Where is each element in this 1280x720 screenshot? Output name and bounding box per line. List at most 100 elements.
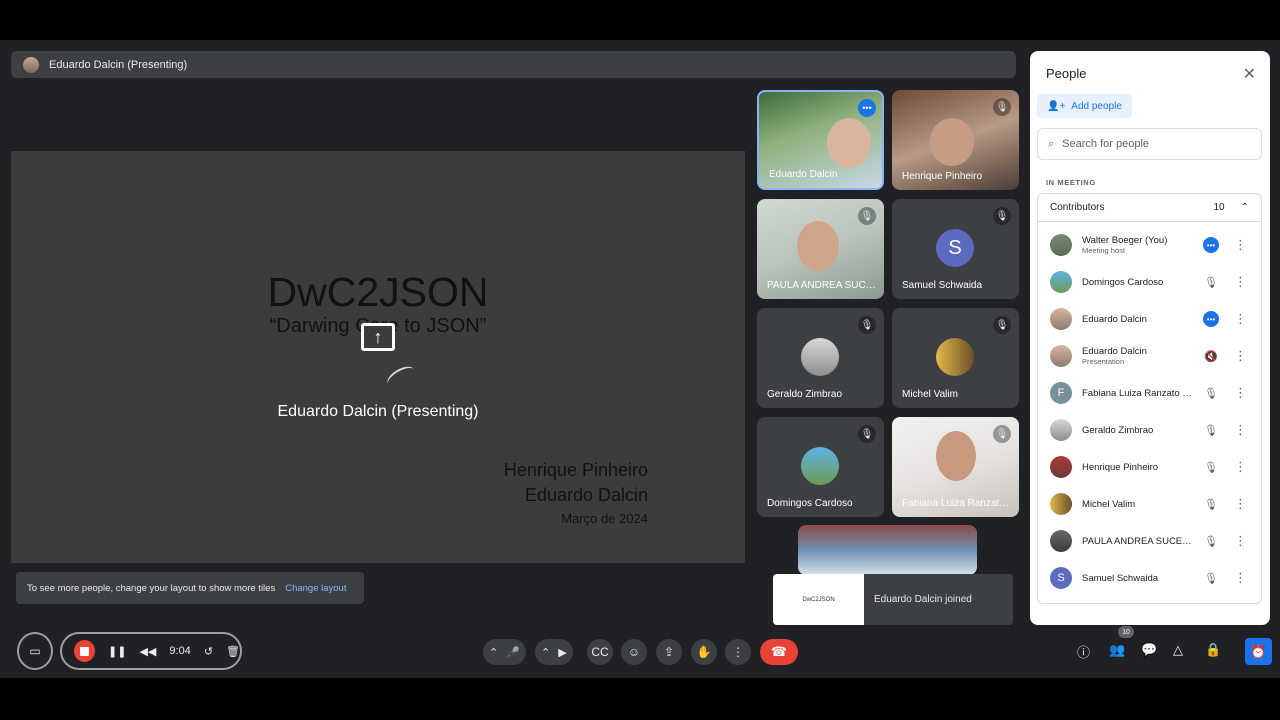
list-item[interactable]: Walter Boeger (You) Meeting host ••• ⋮ <box>1038 227 1261 263</box>
more-vert-icon[interactable]: ⋮ <box>1234 496 1247 512</box>
more-vert-icon[interactable]: ⋮ <box>1234 570 1247 586</box>
speaking-indicator-icon: ••• <box>1203 237 1219 253</box>
participant-tile[interactable]: 🎙 Henrique Pinheiro <box>892 90 1019 190</box>
mic-off-icon: 🎙 <box>858 207 876 225</box>
person-role: Presentation <box>1082 357 1125 366</box>
emoji-button[interactable]: ☺ <box>621 639 647 665</box>
list-item[interactable]: Michel Valim 🎙 ⋮ <box>1038 486 1261 522</box>
chevron-up-icon[interactable]: ⌃ <box>541 646 550 659</box>
captions-button[interactable]: CC <box>587 639 613 665</box>
participant-tile[interactable]: 🎙 Geraldo Zimbrao <box>757 308 884 408</box>
person-avatar <box>1050 530 1072 552</box>
pause-icon[interactable]: ❚❚ <box>108 645 126 658</box>
close-icon[interactable]: ✕ <box>1243 64 1256 84</box>
leave-call-button[interactable]: ☎ <box>760 639 798 665</box>
list-item[interactable]: Eduardo Dalcin ••• ⋮ <box>1038 301 1261 337</box>
participant-name: Fabiana Luiza Ranzato... <box>902 498 1012 509</box>
videocam-icon: ▶ <box>558 646 567 659</box>
participant-tile[interactable]: 🎙 Fabiana Luiza Ranzato... <box>892 417 1019 517</box>
list-item[interactable]: PAULA ANDREA SUCERQ... 🎙 ⋮ <box>1038 523 1261 559</box>
list-item[interactable]: Geraldo Zimbrao 🎙 ⋮ <box>1038 412 1261 448</box>
person-avatar <box>1050 456 1072 478</box>
host-controls-icon[interactable]: 🔒 <box>1205 642 1221 658</box>
people-search-input[interactable]: ⌕ Search for people <box>1037 128 1262 160</box>
list-item[interactable]: Domingos Cardoso 🎙 ⋮ <box>1038 264 1261 300</box>
participant-tile[interactable]: ••• Eduardo Dalcin <box>757 90 884 190</box>
more-options-icon[interactable]: ••• <box>858 99 876 117</box>
stop-recording-button[interactable] <box>74 640 96 662</box>
list-item[interactable]: Eduardo Dalcin Presentation 🔇 ⋮ <box>1038 338 1261 374</box>
list-item[interactable]: Henrique Pinheiro 🎙 ⋮ <box>1038 449 1261 485</box>
activities-icon[interactable]: △ <box>1173 642 1183 658</box>
add-people-label: Add people <box>1071 100 1122 112</box>
person-avatar <box>1050 419 1072 441</box>
notification-thumbnail: DwC2JSON <box>773 574 864 625</box>
people-icon[interactable]: 👥 <box>1109 642 1125 658</box>
volume-off-icon: 🔇 <box>1204 350 1218 363</box>
person-avatar: S <box>1050 567 1072 589</box>
participant-avatar <box>801 447 839 485</box>
chat-icon[interactable]: 💬 <box>1141 642 1157 658</box>
person-name: Domingos Cardoso <box>1082 276 1164 288</box>
meeting-stage: Eduardo Dalcin (Presenting) DwC2JSON “Da… <box>0 40 1280 678</box>
participant-tile[interactable]: 🎙 PAULA ANDREA SUCE... <box>757 199 884 299</box>
participant-count-badge: 10 <box>1118 626 1134 638</box>
microphone-button[interactable]: ⌃ 🎤 <box>483 639 526 665</box>
mic-off-icon: 🎙 <box>1204 387 1218 400</box>
participant-tile[interactable]: S 🎙 Samuel Schwaida <box>892 199 1019 299</box>
participant-tile[interactable]: 🎙 Domingos Cardoso <box>757 417 884 517</box>
mic-off-icon: 🎙 <box>1204 424 1218 437</box>
more-vert-icon[interactable]: ⋮ <box>1234 237 1247 253</box>
restart-icon[interactable]: ↺ <box>204 645 213 658</box>
slide-date: Março de 2024 <box>561 511 648 526</box>
present-button[interactable]: ⇪ <box>656 639 682 665</box>
camera-icon[interactable]: ▭ <box>17 632 53 670</box>
more-vert-icon[interactable]: ⋮ <box>1234 422 1247 438</box>
presenter-avatar <box>23 56 39 73</box>
raise-hand-button[interactable]: ✋ <box>691 639 717 665</box>
participant-video <box>936 431 976 481</box>
person-avatar <box>1050 234 1072 256</box>
more-vert-icon[interactable]: ⋮ <box>1234 533 1247 549</box>
presenting-bar: Eduardo Dalcin (Presenting) <box>11 51 1016 78</box>
speaking-indicator-icon: ••• <box>1203 311 1219 327</box>
person-role: Meeting host <box>1082 246 1125 255</box>
panel-title: People <box>1046 66 1087 81</box>
chevron-up-icon[interactable]: ⌃ <box>1241 202 1249 213</box>
contributors-header[interactable]: Contributors 10 ⌃ <box>1038 194 1261 222</box>
chevron-up-icon[interactable]: ⌃ <box>489 646 498 659</box>
person-name: Henrique Pinheiro <box>1082 461 1159 473</box>
meeting-toolbar: ▭ ❚❚ ◀◀ 9:04 ↺ 🗑 ⌃ 🎤 ⌃ ▶ CC ☺ ⇪ ✋ ⋮ ☎ ⓘ … <box>0 626 1280 678</box>
participant-name: Eduardo Dalcin <box>769 169 838 180</box>
person-name: Michel Valim <box>1082 498 1136 510</box>
contributors-group: Contributors 10 ⌃ Walter Boeger (You) Me… <box>1037 193 1262 604</box>
more-options-button[interactable]: ⋮ <box>725 639 751 665</box>
person-name: Samuel Schwaida <box>1082 572 1159 584</box>
slide-authors: Henrique Pinheiro Eduardo Dalcin Março d… <box>504 458 648 530</box>
mic-off-icon: 🎙 <box>993 98 1011 116</box>
more-vert-icon[interactable]: ⋮ <box>1234 311 1247 327</box>
camera-button[interactable]: ⌃ ▶ <box>535 639 573 665</box>
change-layout-link[interactable]: Change layout <box>285 583 346 594</box>
join-notification: DwC2JSON Eduardo Dalcin joined <box>773 574 1013 625</box>
info-icon[interactable]: ⓘ <box>1077 642 1090 661</box>
more-vert-icon[interactable]: ⋮ <box>1234 385 1247 401</box>
more-vert-icon[interactable]: ⋮ <box>1234 459 1247 475</box>
more-vert-icon[interactable]: ⋮ <box>1234 348 1247 364</box>
mic-off-icon: 🎙 <box>1204 572 1218 585</box>
list-item[interactable]: S Samuel Schwaida 🎙 ⋮ <box>1038 560 1261 596</box>
layout-snackbar: To see more people, change your layout t… <box>16 572 364 604</box>
participant-tile[interactable]: 🎙 Michel Valim <box>892 308 1019 408</box>
delete-icon[interactable]: 🗑 <box>226 645 240 658</box>
participant-video <box>797 221 839 271</box>
person-avatar <box>1050 271 1072 293</box>
more-vert-icon[interactable]: ⋮ <box>1234 274 1247 290</box>
add-people-button[interactable]: 👤+ Add people <box>1037 94 1132 118</box>
list-item[interactable]: F Fabiana Luiza Ranzato Fil... 🎙 ⋮ <box>1038 375 1261 411</box>
self-view-tile[interactable] <box>798 525 977 575</box>
notification-message: Eduardo Dalcin joined <box>874 594 972 605</box>
timer-button[interactable]: ⏰ <box>1245 638 1272 665</box>
rewind-icon[interactable]: ◀◀ <box>139 645 156 658</box>
people-panel: People ✕ 👤+ Add people ⌕ Search for peop… <box>1030 51 1270 625</box>
recording-timer: 9:04 <box>169 645 191 657</box>
